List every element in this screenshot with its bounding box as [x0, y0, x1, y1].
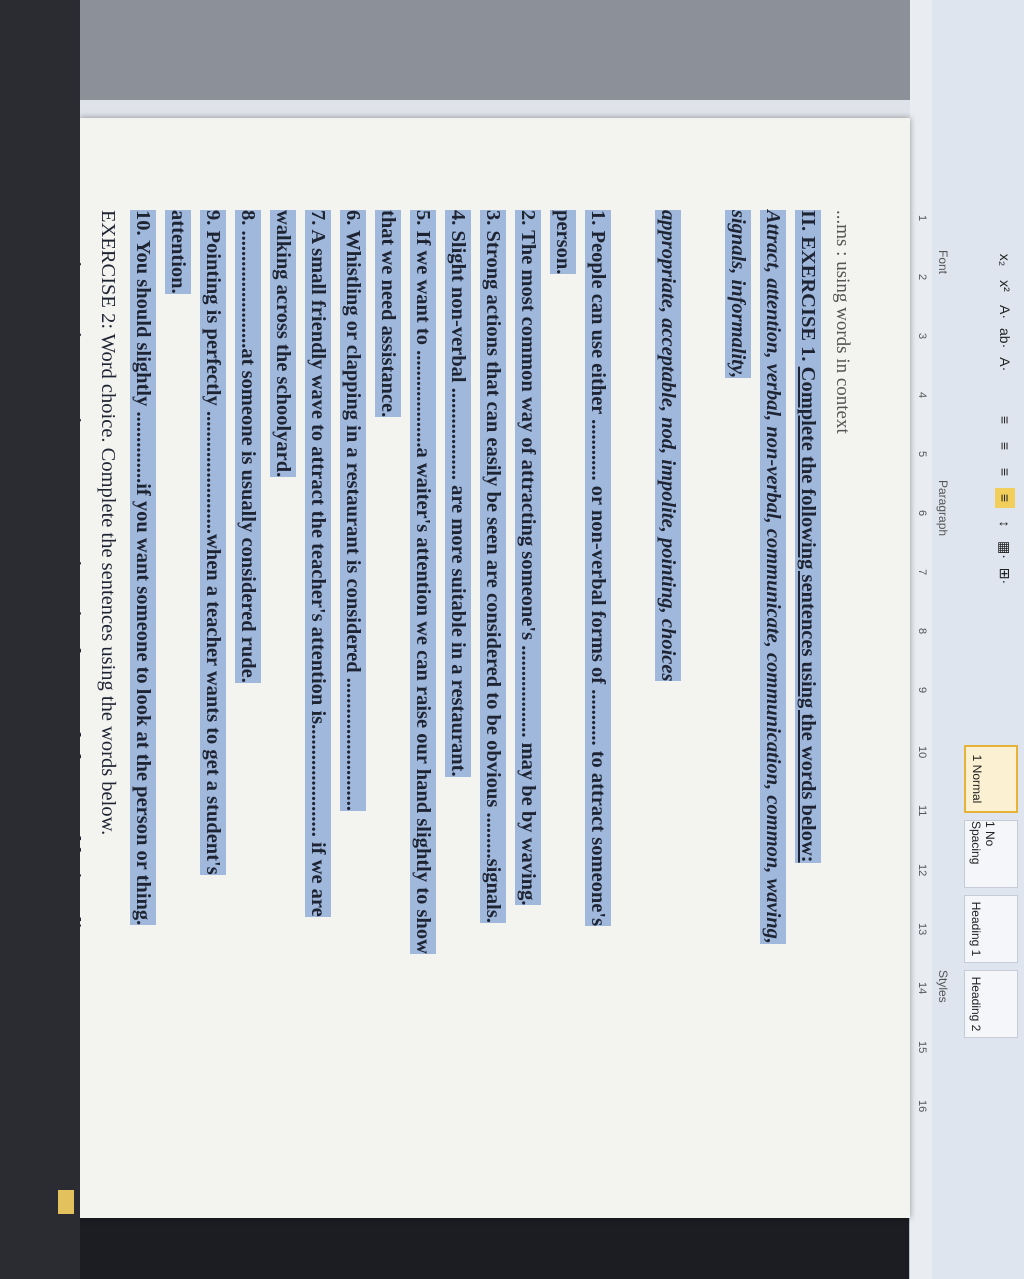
sentence-line: 4. Slight non-verbal .................. … — [445, 210, 471, 777]
print-layout-view-icon[interactable] — [58, 1190, 74, 1214]
align-left-button[interactable]: ≡ — [995, 410, 1015, 430]
align-right-button[interactable]: ≡ — [995, 462, 1015, 482]
shading-button[interactable]: ▦· — [995, 540, 1015, 560]
word-bank-line: Attract, attention, verbal, non-verbal, … — [760, 210, 786, 945]
word-bank-line: appropriate, acceptable, nod, impolite, … — [655, 210, 681, 682]
ruler-tick: 2 — [916, 274, 928, 281]
vertical-ruler[interactable] — [0, 100, 910, 119]
word-bank-line: signals, informality, — [725, 210, 751, 379]
ruler-tick: 3 — [916, 333, 928, 340]
ruler-tick: 12 — [916, 864, 928, 877]
status-bar — [0, 0, 80, 1279]
sentence-line: 7. A small friendly wave to attract the … — [305, 210, 331, 917]
sentence-line: 10. You should slightly ..............if… — [130, 210, 156, 926]
sentence-line: 5. If we want to ...................a wa… — [410, 210, 436, 954]
sentence-line: 9. Pointing is perfectly ...............… — [200, 210, 226, 875]
ruler-tick: 11 — [916, 805, 928, 817]
style-heading-1[interactable]: Heading 1 — [964, 895, 1018, 963]
sentence-line: walking across the schoolyard. — [270, 210, 296, 478]
exercise-1-heading: II. EXERCISE 1. Complete the following s… — [795, 210, 821, 863]
paragraph-tools-row: ≡ ≡ ≡ ≡ ↕ ▦· ⊞· — [994, 410, 1016, 592]
sentence-line: attention. — [165, 210, 191, 294]
ruler-tick: 14 — [916, 982, 928, 995]
style-heading-2[interactable]: Heading 2 — [964, 970, 1018, 1038]
subscript-button[interactable]: x₂ — [995, 250, 1015, 270]
style-normal[interactable]: 1 Normal — [964, 745, 1018, 813]
sentence-line: 6. Whistling or clapping in a restaurant… — [340, 210, 366, 812]
align-center-button[interactable]: ≡ — [995, 436, 1015, 456]
ruler-tick: 4 — [916, 392, 928, 399]
font-tools-row: x₂ x² A· ab· A· — [994, 250, 1016, 380]
ruler-tick: 8 — [916, 628, 928, 635]
line-spacing-button[interactable]: ↕ — [995, 514, 1015, 534]
document-body: ...ms : using words in context II. EXERC… — [55, 210, 860, 1210]
sentence-line: that we need assistance. — [375, 210, 401, 418]
document-page[interactable]: ...ms : using words in context II. EXERC… — [62, 118, 910, 1218]
highlight-button[interactable]: ab· — [995, 328, 1015, 348]
ruler-tick: 10 — [916, 746, 928, 759]
navigation-pane-edge — [0, 0, 910, 100]
sentence-list: 1. People can use either ............ or… — [125, 210, 615, 1210]
justify-button[interactable]: ≡ — [995, 488, 1015, 508]
ruler-tick: 16 — [916, 1100, 928, 1113]
horizontal-ruler[interactable]: 1 2 3 4 5 6 7 8 9 10 11 12 13 14 15 16 — [909, 0, 932, 1279]
text-effects-button[interactable]: A· — [995, 302, 1015, 322]
ruler-tick: 15 — [916, 1041, 928, 1054]
borders-button[interactable]: ⊞· — [995, 566, 1015, 586]
styles-group-label: Styles — [936, 970, 950, 1003]
font-color-button[interactable]: A· — [995, 354, 1015, 374]
rotated-screen: x₂ x² A· ab· A· ≡ ≡ ≡ ≡ ↕ ▦· ⊞· Font Par… — [0, 0, 1024, 1279]
paragraph-group-label: Paragraph — [936, 480, 950, 537]
ruler-tick: 9 — [916, 687, 928, 694]
ruler-tick: 5 — [916, 451, 928, 458]
ruler-tick: 6 — [916, 510, 928, 517]
ruler-tick: 13 — [916, 923, 928, 936]
font-group-label: Font — [936, 250, 950, 275]
sentence-line: 2. The most common way of attracting som… — [515, 210, 541, 906]
ruler-tick: 7 — [916, 569, 928, 576]
ruler-tick: 1 — [916, 215, 928, 222]
sentence-line: 8. .......................at someone is … — [235, 210, 261, 683]
superscript-button[interactable]: x² — [995, 276, 1015, 296]
exercise-2-title: EXERCISE 2: Word choice. Complete the se… — [97, 210, 119, 836]
ribbon: x₂ x² A· ab· A· ≡ ≡ ≡ ≡ ↕ ▦· ⊞· Font Par… — [931, 0, 1024, 1279]
style-no-spacing[interactable]: 1 No Spacing — [964, 820, 1018, 888]
sentence-line: 3. Strong actions that can easily be see… — [480, 210, 506, 923]
sentence-line: 1. People can use either ............ or… — [585, 210, 611, 927]
partial-heading: ...ms : using words in context — [832, 210, 853, 434]
sentence-line: person. — [550, 210, 576, 275]
